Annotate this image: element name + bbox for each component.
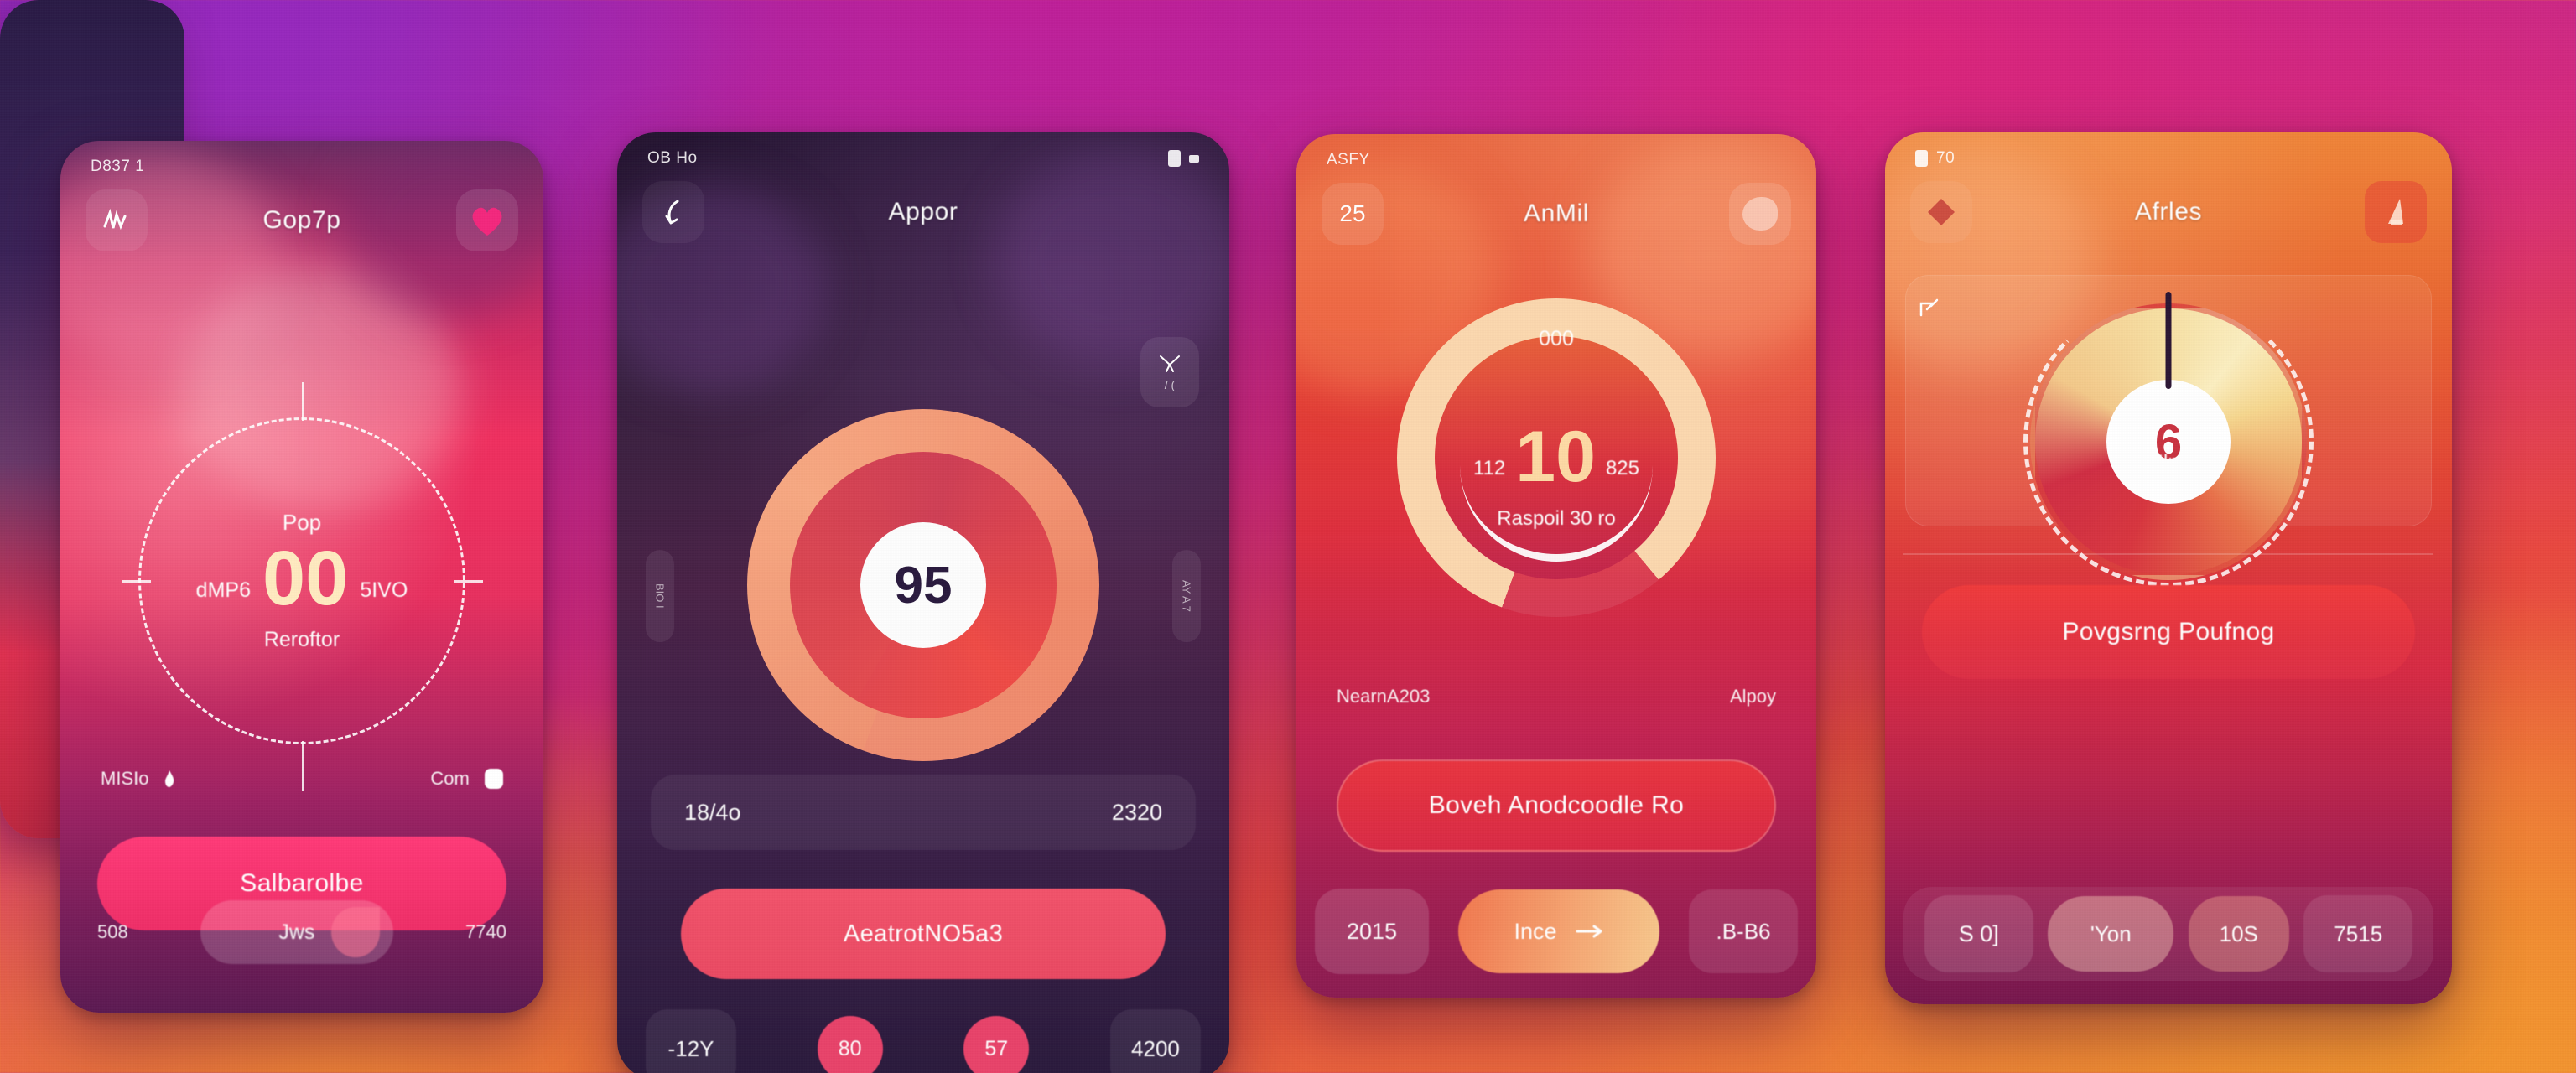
- flame-icon: [164, 770, 174, 787]
- dial-tick-left: [122, 580, 151, 583]
- dock-item-0[interactable]: S 0]: [1924, 895, 2033, 972]
- app-card-3[interactable]: ASFY 25 AnMil 000 112 10 825 Raspoil 30 …: [1296, 134, 1816, 998]
- dock-item-1[interactable]: Ince: [1458, 889, 1659, 973]
- status-time: 70: [1936, 149, 1955, 167]
- menu-squiggle-icon[interactable]: [86, 189, 148, 251]
- app-card-1[interactable]: D837 1 Gop7p Pop dMP6 00 5IVO Reroftor M…: [60, 141, 543, 1013]
- back-arrow-glyph: [665, 200, 679, 225]
- signal-icon: [1189, 154, 1199, 163]
- dock-item-1[interactable]: 'Yon: [2048, 896, 2174, 972]
- status-icons: [1168, 150, 1199, 167]
- gauge-sub-label: Reroftor: [263, 627, 340, 651]
- status-bar: ASFY: [1296, 146, 1816, 174]
- status-time: D837 1: [91, 158, 145, 175]
- bottom-dock: -12Y 80 57 4200: [646, 1009, 1201, 1073]
- battery-icon: [1168, 150, 1181, 167]
- value-field[interactable]: 18/4o 2320: [651, 775, 1196, 850]
- heart-icon[interactable]: [456, 189, 518, 251]
- battery-icon: [1915, 150, 1928, 167]
- meta-row: NearnA203 Alpoy: [1296, 686, 1816, 708]
- primary-action-button[interactable]: Povgsrng Poufnog: [1922, 585, 2415, 679]
- app-bar: Appor: [617, 181, 1229, 243]
- gauge-value-row: dMP6 00 5IVO: [195, 536, 408, 622]
- divider: [1903, 553, 2433, 555]
- dock-item-2[interactable]: 10S: [2188, 896, 2289, 972]
- gauge-right-label: 5IVO: [360, 578, 408, 602]
- ring-gauge[interactable]: 95: [747, 409, 1099, 761]
- diamond-glyph: [1928, 199, 1955, 225]
- gauge-value: 6: [2106, 380, 2231, 504]
- blob-glyph: [1742, 197, 1778, 231]
- pill-thumb: [330, 907, 380, 957]
- footer-right-value: 7740: [465, 921, 506, 942]
- dock-item-2[interactable]: 57: [963, 1016, 1030, 1073]
- heart-glyph: [472, 207, 502, 236]
- gauge-value: 00: [262, 536, 349, 622]
- app-card-2[interactable]: OB Ho Appor / ( 95 BIO I AY A 7 18/4o 23…: [617, 132, 1229, 1073]
- page-title: Appor: [888, 198, 958, 225]
- status-bar: 70: [1885, 144, 2452, 173]
- arrow-right-icon: [1576, 925, 1602, 938]
- screen-canvas: D837 1 Gop7p Pop dMP6 00 5IVO Reroftor M…: [0, 0, 2576, 1073]
- meta-left: MISIo: [101, 768, 176, 790]
- meta-right: Com: [430, 768, 503, 790]
- field-left-value: 18/4o: [684, 799, 741, 825]
- app-bar: Gop7p: [60, 189, 543, 251]
- primary-action-button[interactable]: AeatrotNO5a3: [681, 889, 1166, 979]
- meta-right: Alpoy: [1729, 686, 1776, 707]
- dial-gauge[interactable]: Pop dMP6 00 5IVO Reroftor: [138, 417, 465, 744]
- bottom-dock: 2015 Ince .B-B6: [1315, 889, 1798, 974]
- meta-left: NearnA203: [1337, 686, 1431, 707]
- gauge-needle: [2165, 292, 2172, 389]
- rounded-square-icon: [485, 769, 503, 789]
- dock-item-0[interactable]: -12Y: [646, 1009, 736, 1073]
- rail-left[interactable]: BIO I: [646, 550, 674, 642]
- ring-center: 95: [860, 522, 986, 648]
- dock-item-0[interactable]: 2015: [1315, 889, 1429, 974]
- gauge-sub-label: Iln: [2158, 451, 2179, 474]
- diamond-icon[interactable]: [1910, 181, 1972, 243]
- gauge-top-label: 000: [1539, 327, 1574, 350]
- dock-item-1[interactable]: 80: [817, 1016, 883, 1073]
- back-arrow-icon[interactable]: [642, 181, 704, 243]
- status-time: ASFY: [1327, 151, 1370, 168]
- butterfly-glyph: [1160, 355, 1180, 372]
- status-bar: OB Ho: [617, 144, 1229, 173]
- bottom-dock: S 0] 'Yon 10S 7515: [1903, 887, 2433, 981]
- share-glyph: [1919, 298, 1939, 317]
- app-bar: Afrles: [1885, 181, 2452, 243]
- rail-right[interactable]: AY A 7: [1172, 550, 1201, 642]
- status-bar: D837 1: [60, 153, 543, 181]
- dock-item-3[interactable]: 7515: [2303, 895, 2413, 972]
- dial-tick-right: [454, 580, 483, 583]
- badge-icon[interactable]: 25: [1322, 183, 1384, 245]
- dial-tick-top: [302, 382, 304, 421]
- footer-left-value: 508: [97, 921, 128, 942]
- document-icon[interactable]: [2365, 181, 2427, 243]
- meta-row: MISIo Com: [60, 768, 543, 790]
- donut-gauge[interactable]: 000 112 10 825 Raspoil 30 ro: [1397, 298, 1716, 617]
- gauge-value: 95: [894, 556, 953, 614]
- gauge-left-label: dMP6: [195, 578, 251, 602]
- document-glyph: [2388, 199, 2403, 225]
- app-bar: 25 AnMil: [1296, 183, 1816, 245]
- footer-row: 508 Jws 7740: [60, 900, 543, 964]
- menu-squiggle-glyph: [103, 208, 127, 231]
- gauge-caption: Pop: [282, 510, 322, 536]
- primary-action-button[interactable]: Boveh Anodcoodle Ro: [1337, 759, 1776, 852]
- butterfly-caption: / (: [1164, 378, 1176, 391]
- dock-item-2[interactable]: .B-B6: [1689, 889, 1798, 973]
- status-time: OB Ho: [647, 149, 698, 167]
- app-card-4[interactable]: 70 Afrles 6 Iln Povgsrng Poufnog S 0] 'Y…: [1885, 132, 2452, 1004]
- blob-icon[interactable]: [1729, 183, 1791, 245]
- footer-toggle-pill[interactable]: Jws: [200, 900, 393, 964]
- field-right-value: 2320: [1111, 799, 1162, 825]
- share-icon[interactable]: [1917, 297, 1942, 326]
- butterfly-icon[interactable]: / (: [1140, 337, 1199, 407]
- dock-item-3[interactable]: 4200: [1109, 1009, 1201, 1073]
